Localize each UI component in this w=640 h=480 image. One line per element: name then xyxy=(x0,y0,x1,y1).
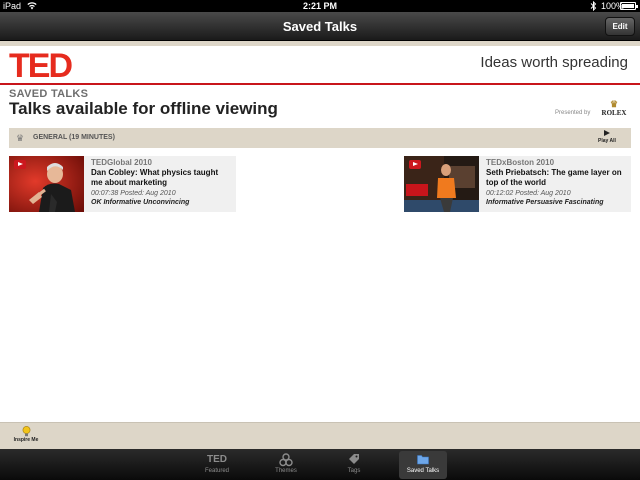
talk-event: TEDGlobal 2010 xyxy=(91,158,152,167)
play-all-button[interactable]: Play All xyxy=(595,130,619,144)
youtube-icon xyxy=(14,160,26,169)
tagline: Ideas worth spreading xyxy=(480,54,628,71)
tab-label: Saved Talks xyxy=(406,468,440,474)
tab-bar: TED Featured Themes Tags Saved Talks xyxy=(0,449,640,480)
talk-ratings: Informative Persuasive Fascinating xyxy=(486,199,604,206)
talk-item[interactable]: TEDGlobal 2010 Dan Cobley: What physics … xyxy=(9,156,236,212)
sponsor-name: ROLEX xyxy=(601,109,627,117)
nav-title: Saved Talks xyxy=(282,19,358,34)
ted-icon: TED xyxy=(207,454,227,465)
tab-label: Featured xyxy=(204,468,229,474)
presented-by-label: Presented by xyxy=(555,110,591,116)
tab-themes[interactable]: Themes xyxy=(262,451,310,479)
crown-icon: ♛ xyxy=(16,133,25,143)
saved-talks-content: TED Ideas worth spreading SAVED TALKS Ta… xyxy=(0,41,640,422)
tab-tags[interactable]: Tags xyxy=(330,451,378,479)
bluetooth-icon xyxy=(590,1,597,11)
lightbulb-icon xyxy=(22,426,30,437)
clock: 2:21 PM xyxy=(302,1,337,11)
play-all-label: Play All xyxy=(598,138,616,144)
crown-icon: ♛ xyxy=(609,99,619,109)
inspire-bar: Inspire Me xyxy=(0,422,640,449)
tab-featured[interactable]: TED Featured xyxy=(193,451,241,479)
ted-logo: TED xyxy=(9,47,73,85)
talk-item[interactable]: TEDxBoston 2010 Seth Priebatsch: The gam… xyxy=(404,156,631,212)
talk-meta: 00:07:38 Posted: Aug 2010 xyxy=(91,190,176,197)
top-divider xyxy=(0,41,640,46)
tab-label: Tags xyxy=(347,468,361,474)
edit-button[interactable]: Edit xyxy=(605,17,635,36)
talk-title: Dan Cobley: What physics taught me about… xyxy=(91,168,219,187)
tag-icon xyxy=(330,451,378,468)
inspire-me-label: Inspire Me xyxy=(13,437,39,443)
status-bar: iPad 2:21 PM 100% xyxy=(0,0,640,12)
navigation-bar: Saved Talks Edit xyxy=(0,12,640,41)
group-header: ♛ GENERAL (19 MINUTES) Play All xyxy=(9,128,631,148)
tab-saved-talks[interactable]: Saved Talks xyxy=(399,451,447,479)
header-rule xyxy=(0,83,640,85)
folder-icon xyxy=(399,451,447,468)
page-title: Talks available for offline viewing xyxy=(9,99,278,118)
tab-label: Themes xyxy=(275,468,297,474)
talk-meta: 00:12:02 Posted: Aug 2010 xyxy=(486,190,571,197)
battery-icon xyxy=(620,2,638,10)
inspire-me-button[interactable]: Inspire Me xyxy=(8,426,44,443)
talk-title: Seth Priebatsch: The game layer on top o… xyxy=(486,168,622,187)
themes-icon xyxy=(262,451,310,468)
group-label: GENERAL (19 MINUTES) xyxy=(33,134,115,141)
play-icon xyxy=(604,130,610,136)
talk-ratings: OK Informative Unconvincing xyxy=(91,199,190,206)
youtube-icon xyxy=(409,160,421,169)
sponsor-logo: ♛ ROLEX xyxy=(599,99,629,118)
talk-event: TEDxBoston 2010 xyxy=(486,158,555,167)
